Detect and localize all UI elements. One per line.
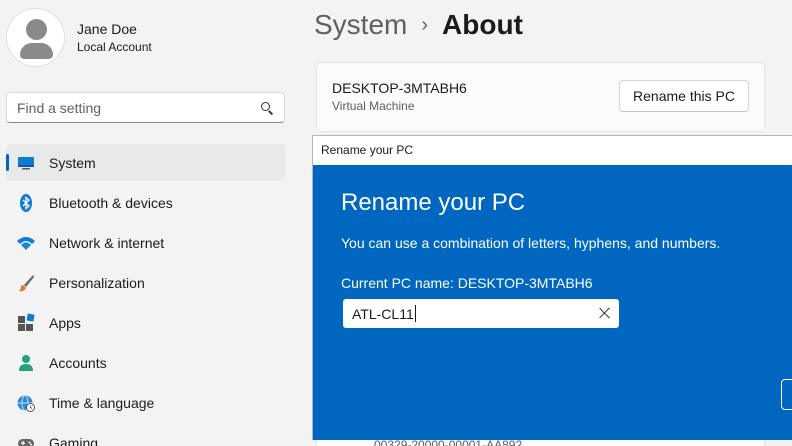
dialog-heading: Rename your PC: [341, 189, 526, 216]
search-box[interactable]: Find a setting: [6, 92, 285, 123]
sidebar-item-time-language[interactable]: Time & language: [6, 384, 285, 421]
sidebar-item-accounts[interactable]: Accounts: [6, 344, 285, 381]
avatar: [6, 8, 65, 67]
page-title: About: [442, 9, 523, 40]
brush-icon: [16, 273, 36, 293]
monitor-icon: [16, 153, 36, 173]
device-card: DESKTOP-3MTABH6 Virtual Machine Rename t…: [316, 62, 765, 132]
sidebar: Jane Doe Local Account Find a setting Sy…: [0, 0, 300, 446]
clear-icon[interactable]: [599, 307, 611, 319]
dialog-body: Rename your PC You can use a combination…: [313, 165, 792, 440]
sidebar-item-label: Time & language: [49, 394, 155, 411]
sidebar-item-label: Accounts: [49, 354, 107, 371]
person-icon: [16, 353, 36, 373]
gamepad-icon: [16, 433, 36, 446]
account-type: Local Account: [77, 39, 152, 54]
sidebar-item-bluetooth[interactable]: Bluetooth & devices: [6, 184, 285, 221]
sidebar-item-network[interactable]: Network & internet: [6, 224, 285, 261]
breadcrumb: System › About: [314, 6, 523, 44]
sidebar-item-label: Personalization: [49, 274, 145, 291]
dialog-description: You can use a combination of letters, hy…: [341, 235, 721, 251]
sidebar-item-system[interactable]: System: [6, 144, 285, 181]
sidebar-nav: System Bluetooth & devices Network & int…: [6, 144, 285, 446]
sidebar-item-label: System: [49, 154, 96, 171]
user-name: Jane Doe: [77, 20, 137, 37]
sidebar-item-label: Network & internet: [49, 234, 165, 251]
search-icon: [260, 101, 274, 115]
device-name: DESKTOP-3MTABH6: [332, 80, 467, 96]
sidebar-item-label: Gaming: [49, 434, 99, 446]
sidebar-item-personalization[interactable]: Personalization: [6, 264, 285, 301]
bluetooth-icon: [16, 193, 36, 213]
apps-icon: [16, 313, 36, 333]
sidebar-item-label: Apps: [49, 314, 81, 331]
rename-pc-button[interactable]: Rename this PC: [619, 80, 749, 112]
breadcrumb-parent[interactable]: System: [314, 6, 407, 44]
new-pc-name-input[interactable]: ATL-CL11: [343, 299, 619, 328]
dialog-title[interactable]: Rename your PC: [313, 136, 792, 165]
sidebar-item-gaming[interactable]: Gaming: [6, 424, 285, 446]
wifi-icon: [16, 233, 36, 253]
user-profile[interactable]: Jane Doe Local Account: [6, 8, 152, 67]
rename-dialog: Rename your PC Rename your PC You can us…: [312, 135, 792, 440]
sidebar-item-label: Bluetooth & devices: [49, 194, 173, 211]
text-caret: [414, 305, 416, 322]
device-type: Virtual Machine: [332, 99, 415, 113]
current-pc-name: Current PC name: DESKTOP-3MTABH6: [341, 275, 593, 291]
next-button[interactable]: [781, 379, 792, 410]
sidebar-item-apps[interactable]: Apps: [6, 304, 285, 341]
chevron-right-icon: ›: [421, 14, 429, 36]
search-input[interactable]: Find a setting: [17, 100, 260, 116]
globe-clock-icon: [16, 393, 36, 413]
new-pc-name-value: ATL-CL11: [352, 305, 414, 322]
